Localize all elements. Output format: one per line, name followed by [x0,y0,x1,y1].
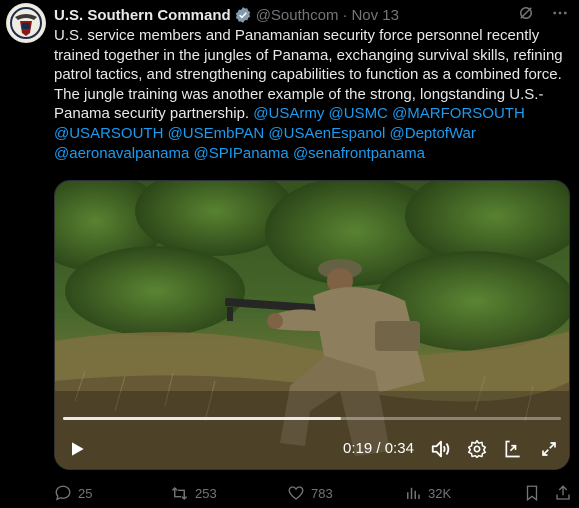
like-button[interactable]: 783 [287,484,333,502]
fullscreen-icon[interactable] [537,437,561,461]
video-frame [55,181,569,469]
time-current: 0:19 [343,440,373,457]
repost-count: 253 [195,486,217,501]
views-icon [407,487,420,499]
mention-link[interactable]: @senafrontpanama [293,145,425,162]
bookmark-icon [526,485,538,502]
tweet-header: U.S. Southern Command @Southcom · Nov 13 [54,5,569,25]
like-count: 783 [311,485,333,501]
volume-icon[interactable] [429,437,453,461]
author-name[interactable]: U.S. Southern Command [54,7,231,24]
like-icon [288,486,304,500]
reply-count: 25 [78,485,93,501]
mention-link[interactable]: @USArmy [253,105,328,122]
southcom-seal-logo [7,4,45,42]
time-separator: / [372,440,385,457]
video-controls: 0:19 / 0:34 [55,431,569,467]
mention-link[interactable]: @USEmbPAN [168,125,269,142]
time-total: 0:34 [384,440,414,457]
mention-link[interactable]: @aeronavalpanama [54,145,193,162]
grok-icon[interactable] [517,4,535,26]
reply-icon [55,485,71,501]
video-timecode: 0:19 / 0:34 [343,440,414,457]
views-button[interactable]: 32K [404,484,451,502]
share-button[interactable] [554,484,572,502]
mention-link[interactable]: @USMC [329,105,393,122]
mention-link[interactable]: @USARSOUTH [54,125,168,142]
pip-icon[interactable] [501,437,525,461]
repost-button[interactable]: 253 [170,484,217,503]
view-count: 32K [428,485,452,501]
verified-badge-icon [234,6,252,24]
play-icon[interactable] [65,437,89,461]
video-progress-fill [63,417,342,420]
mention-link[interactable]: @SPIPanama [193,145,292,162]
reply-button[interactable]: 25 [54,484,92,502]
mention-link[interactable]: @USAenEspanol [268,125,389,142]
separator-dot: · [342,6,348,24]
video-progress-bar[interactable] [63,417,561,420]
more-icon[interactable] [551,4,569,26]
avatar[interactable] [6,3,46,43]
video-player[interactable]: 0:19 / 0:34 [54,180,570,470]
share-icon [556,485,570,500]
bookmark-button[interactable] [523,484,541,502]
tweet-text: U.S. service members and Panamanian secu… [54,26,570,163]
repost-icon [171,486,188,501]
author-handle[interactable]: @Southcom [256,7,339,24]
settings-gear-icon[interactable] [465,437,489,461]
mention-link[interactable]: @DeptofWar [390,125,476,142]
action-bar: 25 253 783 32K [54,484,570,504]
mention-link[interactable]: @MARFORSOUTH [392,105,525,122]
tweet-date[interactable]: Nov 13 [351,7,399,24]
